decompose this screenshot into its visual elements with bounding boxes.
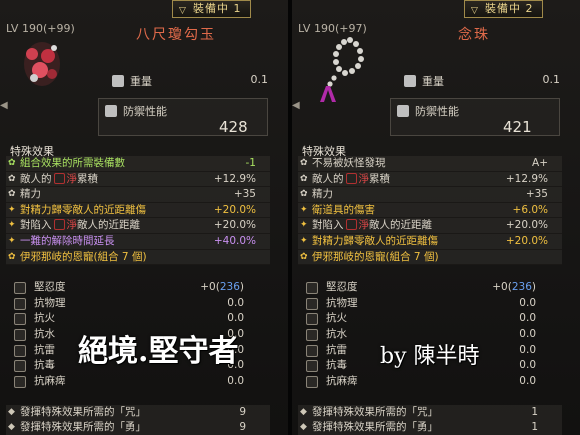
water-resist-icon bbox=[306, 329, 318, 342]
toughness-icon bbox=[306, 282, 318, 294]
defense-box: 防禦性能 428 bbox=[98, 98, 268, 136]
requirement-icon: ◆ bbox=[300, 422, 307, 432]
toughness-icon bbox=[14, 282, 26, 294]
resistance-row: 抗物理 0.0 bbox=[298, 296, 562, 312]
effect-row: ✦ 對陷入 淨敵人的近距離 +20.0% bbox=[6, 218, 270, 234]
item-name: 八尺瓊勾玉 bbox=[136, 27, 216, 43]
requirement-list: ◆ 發揮特殊效果所需的「咒」 9 ◆ 發揮特殊效果所需的「勇」 9 bbox=[6, 405, 270, 435]
resistance-list: 堅忍度 +0(236) 抗物理 0.0 抗火 0.0 抗水 0.0 抗雷 0.0 抗毒 0.… bbox=[298, 280, 562, 390]
gear-icon: ✿ bbox=[300, 173, 308, 184]
gear-icon: ✿ bbox=[8, 189, 16, 200]
gear-icon: ✿ bbox=[300, 251, 308, 262]
gear-icon: ✿ bbox=[8, 158, 16, 168]
requirement-icon: ◆ bbox=[8, 422, 15, 432]
weight-value: 0.1 bbox=[542, 73, 561, 86]
gear-icon: ✿ bbox=[300, 158, 308, 168]
weight-icon bbox=[404, 75, 416, 87]
impurity-badge-icon bbox=[53, 219, 65, 231]
impurity-badge-icon bbox=[345, 172, 357, 184]
requirement-list: ◆ 發揮特殊效果所需的「咒」 1 ◆ 發揮特殊效果所需的「勇」 1 bbox=[298, 405, 562, 435]
requirement-row: ◆ 發揮特殊效果所需的「勇」 1 bbox=[298, 420, 562, 435]
physical-resist-icon bbox=[14, 297, 26, 310]
toughness-row: 堅忍度 +0(236) bbox=[298, 280, 562, 296]
weight-icon bbox=[112, 75, 124, 87]
overlay-caption: by 陳半時 bbox=[380, 344, 480, 369]
special-effects-list: ✿ 組合效果的所需裝備數 -1 ✿ 敵人的 淨累積 +12.9% ✿ 精力 +35 ✦ 對精力歸… bbox=[6, 156, 270, 266]
toughness-row: 堅忍度 +0(236) bbox=[6, 280, 270, 296]
star-icon: ✦ bbox=[300, 220, 308, 231]
gear-icon: ✿ bbox=[8, 173, 16, 184]
resistance-row: 抗火 0.0 bbox=[6, 311, 270, 327]
effect-row: ✿ 精力 +35 bbox=[298, 187, 562, 203]
chevron-left-icon[interactable]: ◀ bbox=[292, 100, 300, 111]
defense-label: 防禦性能 bbox=[123, 105, 167, 118]
tab-label: 裝備中 1 bbox=[193, 2, 242, 15]
effect-row: ✿ 敵人的 淨累積 +12.9% bbox=[298, 171, 562, 188]
resistance-row: 抗火 0.0 bbox=[298, 311, 562, 327]
weight-label: 重量 bbox=[130, 75, 152, 88]
effect-row: ✦ 對精力歸零敵人的近距離傷 +20.0% bbox=[298, 233, 562, 250]
water-resist-icon bbox=[14, 329, 26, 342]
effect-row: ✿ 精力 +35 bbox=[6, 187, 270, 203]
effect-row: ✦ 對陷入 淨敵人的近距離 +20.0% bbox=[298, 218, 562, 234]
equipped-tab-1[interactable]: ▽ 裝備中 1 bbox=[172, 0, 251, 18]
physical-resist-icon bbox=[306, 297, 318, 310]
impurity-badge-icon bbox=[53, 172, 65, 184]
requirement-icon: ◆ bbox=[8, 407, 15, 417]
requirement-row: ◆ 發揮特殊效果所需的「勇」 9 bbox=[6, 420, 270, 435]
effect-row: ✿ 不易被妖怪發現 A+ bbox=[298, 156, 562, 172]
fire-resist-icon bbox=[14, 313, 26, 326]
paralysis-resist-icon bbox=[306, 376, 318, 389]
star-icon: ✦ bbox=[300, 204, 308, 215]
weight-value: 0.1 bbox=[250, 73, 269, 86]
star-icon: ✦ bbox=[8, 204, 16, 215]
effect-row: ✦ 一難的解除時間延長 +40.0% bbox=[6, 233, 270, 250]
star-icon: ✦ bbox=[300, 235, 308, 246]
effect-row: ✿ 敵人的 淨累積 +12.9% bbox=[6, 171, 270, 188]
gear-icon: ✿ bbox=[300, 189, 308, 200]
paralysis-resist-icon bbox=[14, 376, 26, 389]
effect-row: ✦ 對精力歸零敵人的近距離傷 +20.0% bbox=[6, 202, 270, 219]
defense-icon bbox=[397, 105, 409, 117]
defense-box: 防禦性能 421 bbox=[390, 98, 560, 136]
equipped-tab-2[interactable]: ▽ 裝備中 2 bbox=[464, 0, 543, 18]
equipment-panel-right: ▽ 裝備中 2 LV 190(+97) 念珠 重量 0.1 防禦性能 421 ◀… bbox=[292, 0, 580, 435]
resistance-row: 抗麻痺 0.0 bbox=[6, 374, 270, 390]
resistance-row: 抗麻痺 0.0 bbox=[298, 374, 562, 390]
impurity-badge-icon bbox=[345, 219, 357, 231]
star-icon: ✦ bbox=[8, 220, 16, 231]
defense-value: 421 bbox=[503, 118, 532, 136]
defense-icon bbox=[105, 105, 117, 117]
fire-resist-icon bbox=[306, 313, 318, 326]
special-effects-list: ✿ 不易被妖怪發現 A+ ✿ 敵人的 淨累積 +12.9% ✿ 精力 +35 ✦ 衛道具的傷害 +… bbox=[298, 156, 562, 266]
defense-value: 428 bbox=[219, 118, 248, 136]
equipment-panel-left: ▽ 裝備中 1 LV 190(+99) 八尺瓊勾玉 重量 0.1 防禦性能 42… bbox=[0, 0, 288, 435]
requirement-icon: ◆ bbox=[300, 407, 307, 417]
gear-icon: ✿ bbox=[8, 251, 16, 262]
lightning-resist-icon bbox=[14, 344, 26, 357]
resistance-row: 抗物理 0.0 bbox=[6, 296, 270, 312]
overlay-caption: 絕境.堅守者 bbox=[78, 334, 239, 369]
tab-label: 裝備中 2 bbox=[485, 2, 534, 15]
lightning-resist-icon bbox=[306, 344, 318, 357]
magatama-item-icon bbox=[18, 34, 68, 98]
poison-resist-icon bbox=[14, 360, 26, 373]
requirement-row: ◆ 發揮特殊效果所需的「咒」 9 bbox=[6, 405, 270, 420]
effect-row: ✿ 組合效果的所需裝備數 -1 bbox=[6, 156, 270, 172]
dropdown-triangle-icon: ▽ bbox=[471, 6, 479, 16]
requirement-row: ◆ 發揮特殊效果所需的「咒」 1 bbox=[298, 405, 562, 420]
dropdown-triangle-icon: ▽ bbox=[179, 6, 187, 16]
star-icon: ✦ bbox=[8, 235, 16, 246]
effect-row: ✦ 衛道具的傷害 +6.0% bbox=[298, 202, 562, 219]
poison-resist-icon bbox=[306, 360, 318, 373]
defense-label: 防禦性能 bbox=[415, 105, 459, 118]
prayer-beads-item-icon bbox=[310, 34, 370, 108]
chevron-left-icon[interactable]: ◀ bbox=[0, 100, 8, 111]
effect-row: ✿ 伊邪那岐的恩寵(組合 7 個) bbox=[6, 249, 270, 266]
item-name: 念珠 bbox=[458, 27, 490, 43]
weight-label: 重量 bbox=[422, 75, 444, 88]
effect-row: ✿ 伊邪那岐的恩寵(組合 7 個) bbox=[298, 249, 562, 266]
